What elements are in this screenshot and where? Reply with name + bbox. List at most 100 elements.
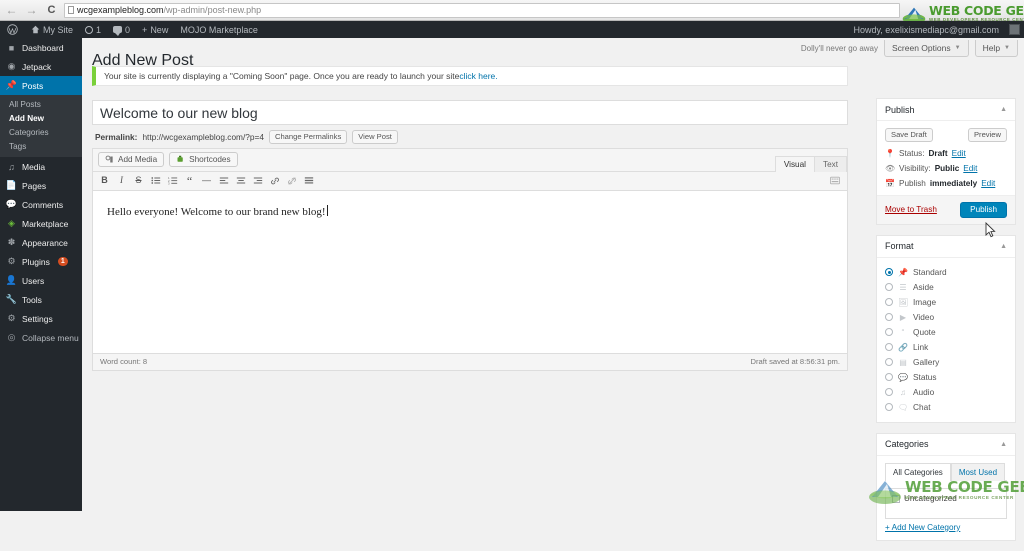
chevron-up-icon[interactable]: ▲ <box>1000 106 1007 113</box>
new-content-menu[interactable]: + New <box>136 21 174 38</box>
collapse-menu-button[interactable]: ◎ Collapse menu <box>0 328 82 347</box>
checkbox-uncategorized[interactable] <box>892 494 900 503</box>
format-box-header[interactable]: Format ▲ <box>877 236 1015 258</box>
move-to-trash-link[interactable]: Move to Trash <box>885 205 937 214</box>
radio-video[interactable] <box>885 313 893 322</box>
sidebar-item-appearance[interactable]: ✽ Appearance <box>0 233 82 252</box>
radio-aside[interactable] <box>885 283 893 292</box>
blockquote-icon[interactable]: “ <box>184 174 195 187</box>
format-option-chat[interactable]: 🗨 Chat <box>885 400 1007 415</box>
sidebar-item-dashboard[interactable]: ■ Dashboard <box>0 38 82 57</box>
radio-link[interactable] <box>885 343 893 352</box>
my-site-menu[interactable]: My Site <box>25 21 79 38</box>
radio-image[interactable] <box>885 298 893 307</box>
view-post-button[interactable]: View Post <box>352 130 398 144</box>
radio-chat[interactable] <box>885 403 893 412</box>
format-option-status[interactable]: 💬 Status <box>885 370 1007 385</box>
radio-standard[interactable] <box>885 268 893 277</box>
sidebar-item-marketplace[interactable]: ◈ Marketplace <box>0 214 82 233</box>
sidebar-label-users: Users <box>22 275 45 286</box>
preview-button[interactable]: Preview <box>967 128 1007 142</box>
add-media-button[interactable]: Add Media <box>98 152 165 168</box>
format-option-link[interactable]: 🔗 Link <box>885 340 1007 355</box>
sidebar-subitem-all-posts[interactable]: All Posts <box>0 97 82 111</box>
sidebar-item-users[interactable]: 👤 Users <box>0 271 82 290</box>
mojo-marketplace-menu[interactable]: MOJO Marketplace <box>174 21 264 38</box>
publish-box-header[interactable]: Publish ▲ <box>877 99 1015 121</box>
updates-indicator[interactable]: 1 <box>79 21 107 38</box>
strikethrough-icon[interactable]: S <box>133 174 144 187</box>
format-option-aside[interactable]: ☰ Aside <box>885 280 1007 295</box>
sidebar-subitem-add-new[interactable]: Add New <box>0 111 82 125</box>
format-heading: Format <box>885 241 914 252</box>
sidebar-item-comments[interactable]: 💬 Comments <box>0 195 82 214</box>
change-permalinks-button[interactable]: Change Permalinks <box>268 130 348 144</box>
bold-icon[interactable]: B <box>99 174 110 187</box>
chevron-up-icon[interactable]: ▲ <box>1000 243 1007 250</box>
categories-box-header[interactable]: Categories ▲ <box>877 434 1015 456</box>
add-new-category-link[interactable]: + Add New Category <box>885 519 1007 534</box>
format-option-image[interactable]: 🖼 Image <box>885 295 1007 310</box>
address-bar[interactable]: wcgexampleblog.com/wp-admin/post-new.php <box>64 2 900 18</box>
publish-box: Publish ▲ Save Draft Preview 📍 Status: D… <box>876 98 1016 225</box>
notice-link[interactable]: click here. <box>459 71 497 81</box>
bulleted-list-icon[interactable] <box>150 174 161 187</box>
remove-link-icon[interactable] <box>286 174 297 187</box>
shortcodes-button[interactable]: Shortcodes <box>169 152 238 168</box>
insert-link-icon[interactable] <box>269 174 280 187</box>
radio-quote[interactable] <box>885 328 893 337</box>
align-left-icon[interactable] <box>218 174 229 187</box>
sidebar-item-plugins[interactable]: ⚙ Plugins 1 <box>0 252 82 271</box>
format-option-gallery[interactable]: ▤ Gallery <box>885 355 1007 370</box>
forward-arrow-icon[interactable]: → <box>24 4 39 16</box>
main-content: Dolly'll never go away Screen Options ▼ … <box>82 38 1024 541</box>
post-content-editor[interactable]: Hello everyone! Welcome to our brand new… <box>93 190 847 353</box>
tab-text[interactable]: Text <box>813 155 847 172</box>
sidebar-panels: Publish ▲ Save Draft Preview 📍 Status: D… <box>876 98 1016 551</box>
post-title-input[interactable]: Welcome to our new blog <box>92 100 848 125</box>
browser-toolbar: ← → C wcgexampleblog.com/wp-admin/post-n… <box>0 0 1024 21</box>
sidebar-item-tools[interactable]: 🔧 Tools <box>0 290 82 309</box>
horizontal-rule-icon[interactable]: — <box>201 174 212 187</box>
collapse-icon: ◎ <box>7 332 16 342</box>
wordpress-logo-icon[interactable] <box>0 21 25 38</box>
italic-icon[interactable]: I <box>116 174 127 187</box>
chat-icon: 🗨 <box>898 402 909 412</box>
sidebar-item-settings[interactable]: ⚙ Settings <box>0 309 82 328</box>
comments-indicator[interactable]: 0 <box>107 21 136 38</box>
schedule-edit-link[interactable]: Edit <box>981 179 995 188</box>
align-center-icon[interactable] <box>235 174 246 187</box>
visibility-edit-link[interactable]: Edit <box>963 164 977 173</box>
radio-gallery[interactable] <box>885 358 893 367</box>
sidebar-subitem-categories[interactable]: Categories <box>0 125 82 139</box>
format-option-standard[interactable]: 📌 Standard <box>885 265 1007 280</box>
sidebar-item-pages[interactable]: 📄 Pages <box>0 176 82 195</box>
reload-icon[interactable]: C <box>44 4 59 16</box>
chevron-up-icon[interactable]: ▲ <box>1000 441 1007 448</box>
radio-audio[interactable] <box>885 388 893 397</box>
numbered-list-icon[interactable]: 123 <box>167 174 178 187</box>
status-edit-link[interactable]: Edit <box>952 149 966 158</box>
howdy-user-menu[interactable]: Howdy, exelixismediapc@gmail.com <box>847 21 1005 38</box>
format-option-video[interactable]: ▶ Video <box>885 310 1007 325</box>
aside-icon: ☰ <box>899 282 907 292</box>
save-draft-button[interactable]: Save Draft <box>885 128 933 142</box>
back-arrow-icon[interactable]: ← <box>4 4 19 16</box>
publish-button[interactable]: Publish <box>960 201 1007 218</box>
toolbar-toggle-icon[interactable] <box>829 174 840 187</box>
tab-most-used[interactable]: Most Used <box>950 462 1006 481</box>
align-right-icon[interactable] <box>252 174 263 187</box>
read-more-icon[interactable] <box>303 174 314 187</box>
sidebar-item-jetpack[interactable]: ◉ Jetpack <box>0 57 82 76</box>
tab-all-categories[interactable]: All Categories <box>885 462 951 481</box>
help-tab[interactable]: Help ▼ <box>974 40 1018 57</box>
format-option-quote[interactable]: “ Quote <box>885 325 1007 340</box>
radio-status[interactable] <box>885 373 893 382</box>
sidebar-item-media[interactable]: ♫ Media <box>0 157 82 176</box>
sidebar-subitem-tags[interactable]: Tags <box>0 139 82 153</box>
screen-options-tab[interactable]: Screen Options ▼ <box>884 40 969 57</box>
sidebar-item-posts[interactable]: 📌 Posts <box>0 76 82 95</box>
post-editor: Welcome to our new blog Permalink: http:… <box>92 100 848 371</box>
tab-visual[interactable]: Visual <box>774 155 815 172</box>
format-option-audio[interactable]: ♫ Audio <box>885 385 1007 400</box>
